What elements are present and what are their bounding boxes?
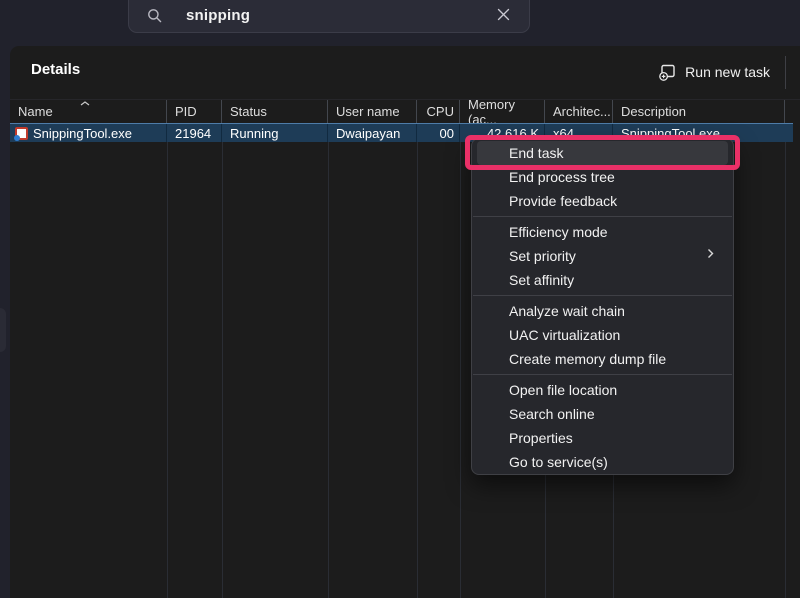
search-icon bbox=[147, 8, 162, 23]
submenu-chevron-icon bbox=[707, 248, 714, 259]
context-menu-item-create-memory-dump-file[interactable]: Create memory dump file bbox=[477, 347, 728, 371]
column-header-memory[interactable]: Memory (ac... bbox=[460, 100, 545, 123]
context-menu-item-set-affinity[interactable]: Set affinity bbox=[477, 268, 728, 292]
search-input[interactable]: snipping bbox=[186, 7, 250, 24]
context-menu-item-provide-feedback[interactable]: Provide feedback bbox=[477, 189, 728, 213]
context-menu-item-uac-virtualization[interactable]: UAC virtualization bbox=[477, 323, 728, 347]
toolbar-divider bbox=[785, 56, 786, 89]
menu-separator bbox=[473, 374, 732, 375]
grid-line bbox=[167, 142, 168, 598]
column-header-description[interactable]: Description bbox=[613, 100, 785, 123]
grid-line bbox=[222, 142, 223, 598]
snipping-tool-icon bbox=[15, 127, 28, 140]
context-menu-item-analyze-wait-chain[interactable]: Analyze wait chain bbox=[477, 299, 728, 323]
column-header-pid[interactable]: PID bbox=[167, 100, 222, 123]
cell-cpu: 00 bbox=[417, 124, 460, 142]
menu-separator bbox=[473, 216, 732, 217]
run-new-task-button[interactable]: Run new task bbox=[659, 58, 770, 86]
cell-pid: 21964 bbox=[167, 124, 222, 142]
menu-separator bbox=[473, 295, 732, 296]
context-menu: End task End process tree Provide feedba… bbox=[471, 138, 734, 475]
run-new-task-icon bbox=[659, 64, 676, 81]
column-header-status[interactable]: Status bbox=[222, 100, 328, 123]
column-header-cpu[interactable]: CPU bbox=[417, 100, 460, 123]
table-header: Name PID Status User name CPU Memory (ac… bbox=[10, 99, 800, 122]
run-new-task-label: Run new task bbox=[685, 64, 770, 80]
sort-ascending-icon bbox=[80, 101, 90, 106]
context-menu-item-end-task[interactable]: End task bbox=[477, 141, 728, 165]
page-title: Details bbox=[31, 61, 80, 78]
column-header-architecture[interactable]: Architec... bbox=[545, 100, 613, 123]
cell-status: Running bbox=[222, 124, 328, 142]
context-menu-item-set-priority[interactable]: Set priority bbox=[477, 244, 728, 268]
grid-line bbox=[328, 142, 329, 598]
close-icon[interactable] bbox=[491, 2, 515, 26]
cell-user-name: Dwaipayan bbox=[328, 124, 417, 142]
column-header-name[interactable]: Name bbox=[10, 100, 167, 123]
context-menu-item-efficiency-mode[interactable]: Efficiency mode bbox=[477, 220, 728, 244]
cell-name: SnippingTool.exe bbox=[10, 124, 167, 142]
context-menu-item-end-process-tree[interactable]: End process tree bbox=[477, 165, 728, 189]
context-menu-item-open-file-location[interactable]: Open file location bbox=[477, 378, 728, 402]
search-bar[interactable]: snipping bbox=[128, 0, 530, 33]
grid-line bbox=[417, 142, 418, 598]
context-menu-item-go-to-services[interactable]: Go to service(s) bbox=[477, 450, 728, 474]
column-header-user-name[interactable]: User name bbox=[328, 100, 417, 123]
grid-line bbox=[785, 142, 786, 598]
context-menu-item-search-online[interactable]: Search online bbox=[477, 402, 728, 426]
grid-line bbox=[460, 142, 461, 598]
context-menu-item-properties[interactable]: Properties bbox=[477, 426, 728, 450]
